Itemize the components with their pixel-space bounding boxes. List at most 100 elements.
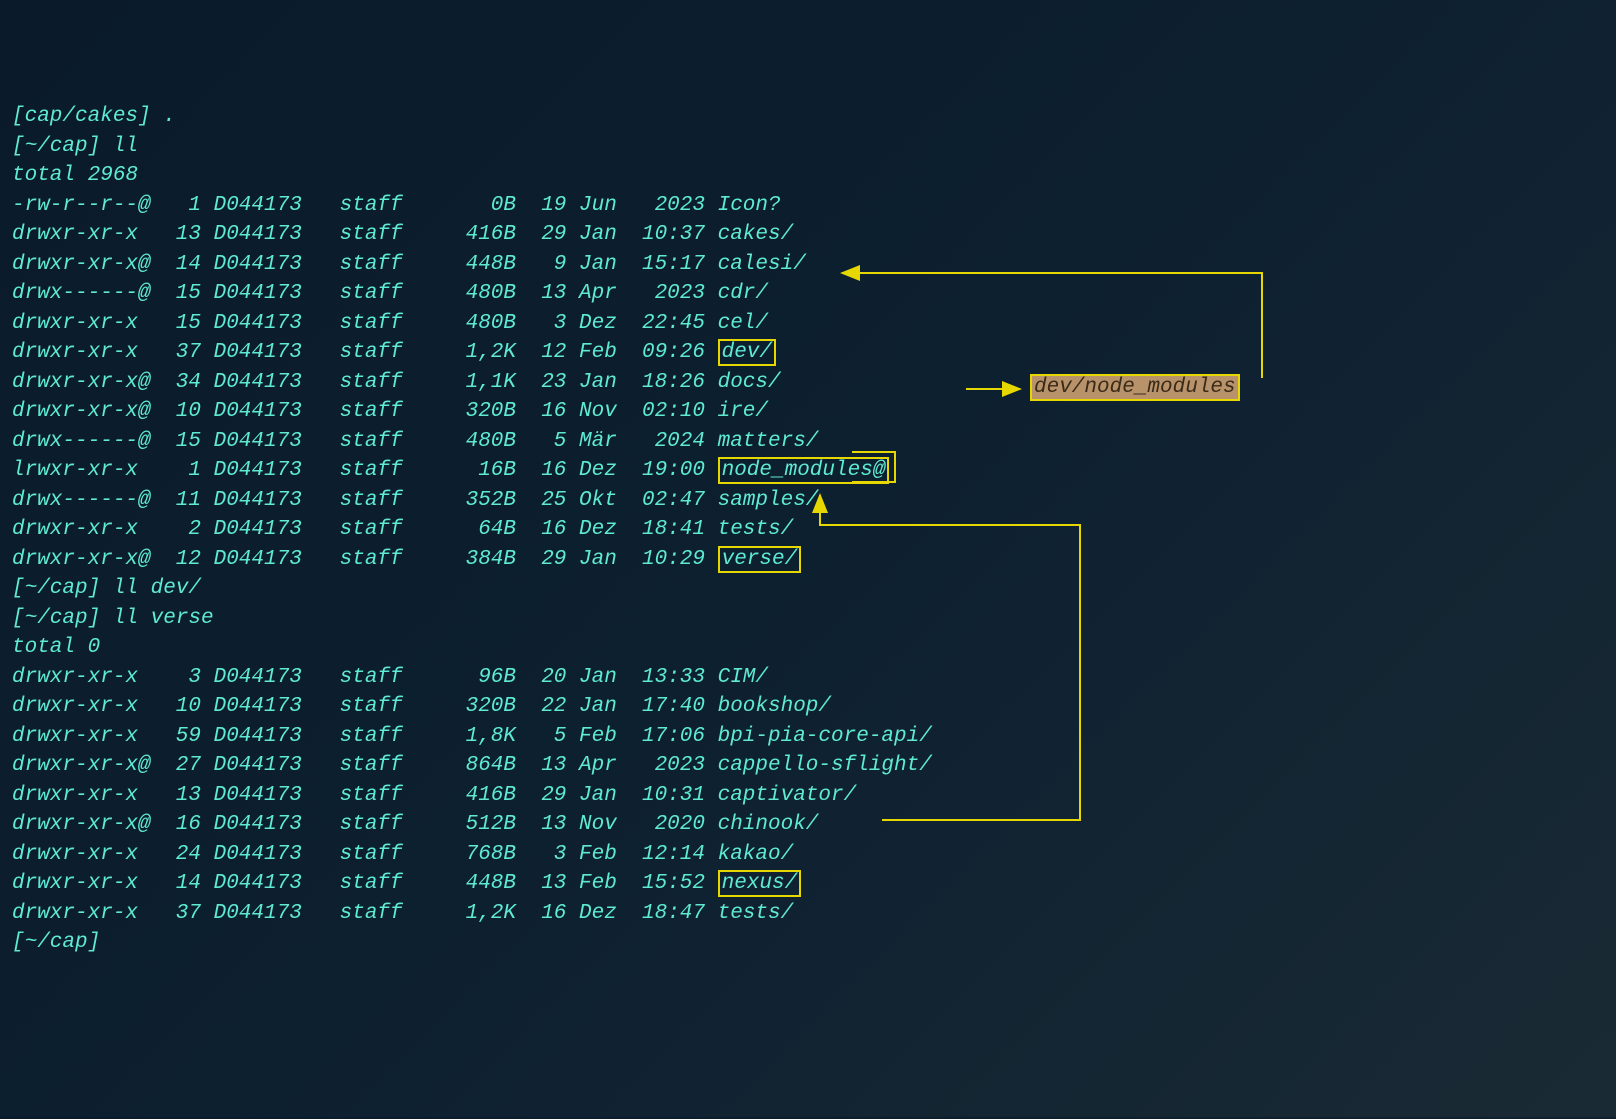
file-row: drwxr-xr-x3D044173staff96B20Jan13:33CIM/ [12,663,1604,693]
prompt-line[interactable]: [~/cap] [12,928,1604,958]
file-group: staff [340,692,416,722]
file-time: 12:14 [642,840,705,870]
file-name: Icon? [718,191,781,221]
file-group: staff [340,250,416,280]
file-group: staff [340,515,416,545]
file-month: Jan [579,663,629,693]
file-size: 480B [428,279,516,309]
file-name: cappello-sflight/ [718,751,932,781]
file-owner: D044173 [214,397,315,427]
file-size: 320B [428,397,516,427]
file-owner: D044173 [214,545,315,575]
file-day: 5 [529,722,567,752]
file-name: cel/ [718,309,768,339]
file-time: 09:26 [642,338,705,368]
file-owner: D044173 [214,751,315,781]
file-permissions: lrwxr-xr-x [12,456,151,486]
file-group: staff [340,191,416,221]
file-size: 352B [428,486,516,516]
file-group: staff [340,722,416,752]
file-link-count: 37 [163,899,201,929]
file-time: 10:37 [642,220,705,250]
file-size: 64B [428,515,516,545]
file-permissions: drwxr-xr-x [12,840,151,870]
terminal-output[interactable]: [cap/cakes] .[~/cap] lltotal 2968-rw-r--… [12,102,1604,958]
file-time: 2023 [642,751,705,781]
file-time: 2023 [642,279,705,309]
file-group: staff [340,279,416,309]
file-name: matters/ [718,427,819,457]
file-name: chinook/ [718,810,819,840]
file-link-count: 24 [163,840,201,870]
file-size: 416B [428,781,516,811]
file-permissions: drwxr-xr-x [12,663,151,693]
file-group: staff [340,486,416,516]
file-link-count: 1 [163,456,201,486]
file-row: drwxr-xr-x37D044173staff1,2K16Dez18:47te… [12,899,1604,929]
file-owner: D044173 [214,338,315,368]
file-row: drwxr-xr-x@10D044173staff320B16Nov02:10i… [12,397,1604,427]
file-permissions: drwx------@ [12,427,151,457]
total-line: total 2968 [12,161,1604,191]
file-permissions: drwxr-xr-x [12,869,151,899]
file-size: 96B [428,663,516,693]
file-time: 15:17 [642,250,705,280]
file-link-count: 15 [163,309,201,339]
file-owner: D044173 [214,515,315,545]
file-month: Dez [579,456,629,486]
file-month: Jan [579,781,629,811]
file-group: staff [340,338,416,368]
file-day: 29 [529,781,567,811]
file-link-count: 59 [163,722,201,752]
file-time: 18:47 [642,899,705,929]
file-day: 12 [529,338,567,368]
file-link-count: 10 [163,692,201,722]
file-permissions: drwx------@ [12,279,151,309]
file-row: drwxr-xr-x@14D044173staff448B9Jan15:17ca… [12,250,1604,280]
file-day: 16 [529,456,567,486]
file-owner: D044173 [214,250,315,280]
file-month: Jan [579,220,629,250]
file-row: drwxr-xr-x37D044173staff1,2K12Feb09:26de… [12,338,1604,368]
file-row: -rw-r--r--@1D044173staff0B19Jun2023Icon? [12,191,1604,221]
file-name: bookshop/ [718,692,831,722]
file-month: Nov [579,397,629,427]
file-permissions: drwx------@ [12,486,151,516]
file-link-count: 10 [163,397,201,427]
file-name: ire/ [718,397,768,427]
file-month: Jan [579,368,629,398]
file-name: tests/ [718,899,794,929]
file-day: 16 [529,899,567,929]
file-permissions: drwxr-xr-x [12,781,151,811]
file-month: Dez [579,515,629,545]
file-month: Okt [579,486,629,516]
file-day: 22 [529,692,567,722]
file-size: 416B [428,220,516,250]
file-time: 13:33 [642,663,705,693]
file-link-count: 15 [163,427,201,457]
file-size: 448B [428,250,516,280]
file-row: drwxr-xr-x@27D044173staff864B13Apr2023ca… [12,751,1604,781]
file-name: captivator/ [718,781,857,811]
file-month: Apr [579,751,629,781]
file-day: 16 [529,397,567,427]
file-permissions: drwxr-xr-x [12,338,151,368]
file-owner: D044173 [214,456,315,486]
file-group: staff [340,545,416,575]
file-month: Dez [579,899,629,929]
file-link-count: 34 [163,368,201,398]
file-month: Jan [579,692,629,722]
file-owner: D044173 [214,279,315,309]
file-group: staff [340,663,416,693]
file-row: drwxr-xr-x13D044173staff416B29Jan10:31ca… [12,781,1604,811]
file-row: drwxr-xr-x59D044173staff1,8K5Feb17:06bpi… [12,722,1604,752]
file-row: drwxr-xr-x24D044173staff768B3Feb12:14kak… [12,840,1604,870]
file-day: 16 [529,515,567,545]
file-name: cakes/ [718,220,794,250]
file-owner: D044173 [214,486,315,516]
file-time: 10:31 [642,781,705,811]
file-size: 320B [428,692,516,722]
file-permissions: drwxr-xr-x [12,692,151,722]
file-row: drwxr-xr-x14D044173staff448B13Feb15:52ne… [12,869,1604,899]
file-permissions: -rw-r--r--@ [12,191,151,221]
